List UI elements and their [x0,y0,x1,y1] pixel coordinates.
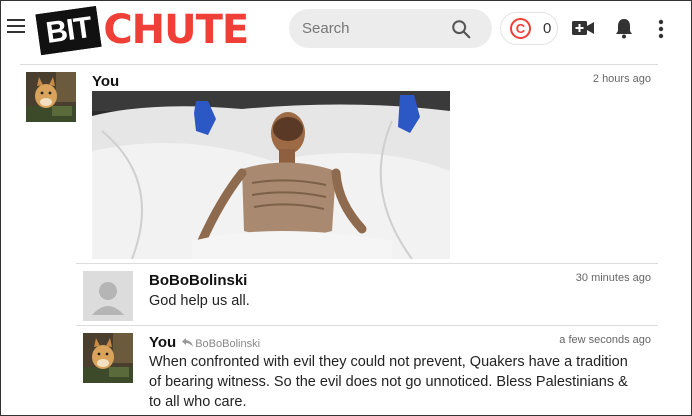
avatar[interactable] [26,72,76,122]
search-icon[interactable] [450,18,472,40]
comment-time: a few seconds ago [559,334,651,346]
more-vert-icon[interactable] [657,19,665,39]
avatar[interactable] [83,271,133,321]
search-input[interactable] [302,20,442,37]
default-avatar-icon [83,271,133,321]
comment-author[interactable]: You [92,73,119,90]
comment-author-line: You BoBoBolinski [149,334,260,351]
avatar[interactable] [83,333,133,383]
comment-time: 2 hours ago [592,73,651,85]
comment-divider [76,263,658,264]
doge-avatar-image [26,72,76,122]
comment-attached-image[interactable] [92,91,450,259]
reply-to-name: BoBoBolinski [195,338,261,350]
attached-photo-content [92,91,450,259]
comment-time: 30 minutes ago [575,272,651,284]
comment-text: God help us all. [149,293,250,309]
top-header: BIT CHUTE C 0 [0,0,692,58]
video-plus-icon[interactable] [571,18,595,38]
copyright-coin-icon: C [510,18,531,39]
logo-bit-text: BIT [35,5,102,55]
bell-icon[interactable] [615,17,633,39]
reply-arrow-icon [182,338,194,347]
comment-divider [76,325,658,326]
bitchute-logo[interactable]: BIT CHUTE [35,5,249,55]
comment-author[interactable]: You [149,334,176,351]
doge-avatar-image [83,333,133,383]
logo-chute-text: CHUTE [103,7,249,53]
coin-balance-button[interactable]: C 0 [500,12,558,45]
thread-divider [20,64,658,65]
coin-count: 0 [543,20,552,37]
reply-reference[interactable]: BoBoBolinski [182,338,260,350]
comment-text: When confronted with evil they could not… [149,354,628,410]
comment-author[interactable]: BoBoBolinski [149,272,247,289]
search-bar [289,9,492,48]
hamburger-menu-icon[interactable] [7,19,25,35]
